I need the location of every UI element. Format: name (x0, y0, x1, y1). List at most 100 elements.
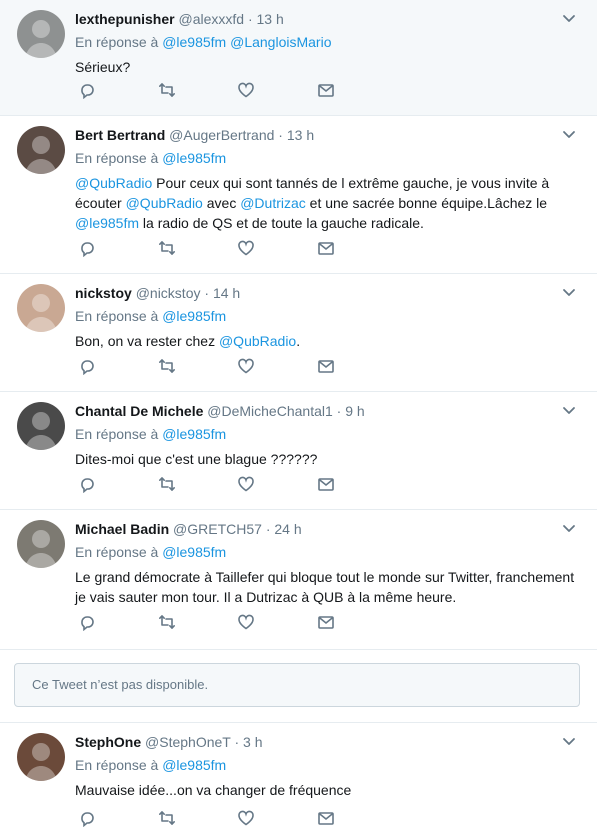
tweet-item[interactable]: lexthepunisher @alexxxfd · 13 h En répons… (0, 0, 597, 116)
tweet-item[interactable]: Chantal De Michele @DeMicheChantal1 · 9 … (0, 392, 597, 510)
chevron-down-icon[interactable] (561, 10, 577, 26)
retweet-icon[interactable] (158, 357, 176, 375)
like-icon[interactable] (237, 809, 255, 827)
timestamp[interactable]: 3 h (243, 734, 262, 750)
text-segment: Pour ceux qui sont tannés de l extrême g… (152, 175, 550, 191)
timestamp[interactable]: 9 h (345, 403, 364, 419)
tweet-text: @QubRadio Pour ceux qui sont tannés de l… (75, 173, 575, 233)
reply-mention-link[interactable]: @le985fm (162, 308, 226, 324)
retweet-icon[interactable] (158, 809, 176, 827)
text-segment: Le grand démocrate à Taillefer qui bloqu… (75, 569, 575, 585)
tweet-text-line: @le985fm la radio de QS et de toute la g… (75, 213, 575, 233)
like-icon[interactable] (237, 239, 255, 257)
tweet-text-line: je vais sauter mon tour. Il a Dutrizac à… (75, 587, 575, 607)
author-handle[interactable]: @DeMicheChantal1 (207, 403, 333, 419)
text-segment: Bon, on va rester chez (75, 333, 219, 349)
reply-mention-link[interactable]: @le985fm (162, 426, 226, 442)
author-handle[interactable]: @nickstoy (136, 285, 201, 301)
retweet-icon[interactable] (158, 613, 176, 631)
reply-mention-link[interactable]: @le985fm (162, 150, 226, 166)
author-handle[interactable]: @AugerBertrand (169, 127, 274, 143)
tweet-item[interactable]: StephOne @StephOneT · 3 h En réponse à @l… (0, 723, 597, 837)
reply-mention-link[interactable]: @LangloisMario (230, 34, 331, 50)
chevron-down-icon[interactable] (561, 126, 577, 142)
tweet-actions (78, 475, 338, 493)
reply-icon[interactable] (78, 81, 96, 99)
mention-link[interactable]: @QubRadio (126, 195, 203, 211)
timestamp[interactable]: 13 h (287, 127, 314, 143)
tweet-header: StephOne @StephOneT · 3 h (75, 733, 263, 751)
reply-mention-link[interactable]: @le985fm (162, 34, 226, 50)
author-name[interactable]: Michael Badin (75, 521, 169, 537)
chevron-down-icon[interactable] (561, 402, 577, 418)
author-name[interactable]: Bert Bertrand (75, 127, 165, 143)
mention-link[interactable]: @le985fm (75, 215, 139, 231)
author-handle[interactable]: @GRETCH57 (173, 521, 262, 537)
reply-context: En réponse à @le985fm (75, 149, 226, 167)
direct-message-icon[interactable] (317, 239, 335, 257)
mention-link[interactable]: @Dutrizac (240, 195, 306, 211)
author-name[interactable]: lexthepunisher (75, 11, 175, 27)
reply-icon[interactable] (78, 239, 96, 257)
reply-prefix: En réponse à (75, 426, 159, 442)
avatar[interactable] (17, 520, 65, 568)
tweet-item[interactable]: Michael Badin @GRETCH57 · 24 h En réponse… (0, 510, 597, 650)
author-handle[interactable]: @StephOneT (145, 734, 231, 750)
direct-message-icon[interactable] (317, 475, 335, 493)
tweet-text-line: Le grand démocrate à Taillefer qui bloqu… (75, 567, 575, 587)
direct-message-icon[interactable] (317, 613, 335, 631)
avatar[interactable] (17, 733, 65, 781)
retweet-icon[interactable] (158, 239, 176, 257)
reply-prefix: En réponse à (75, 34, 159, 50)
direct-message-icon[interactable] (317, 809, 335, 827)
separator-dot: · (332, 403, 346, 419)
like-icon[interactable] (237, 613, 255, 631)
avatar[interactable] (17, 126, 65, 174)
tweet-item[interactable]: Bert Bertrand @AugerBertrand · 13 h En ré… (0, 116, 597, 274)
reply-prefix: En réponse à (75, 544, 159, 560)
avatar[interactable] (17, 10, 65, 58)
divider (0, 722, 597, 723)
separator-dot: · (274, 127, 287, 143)
timestamp[interactable]: 24 h (274, 521, 301, 537)
separator-dot: · (261, 521, 275, 537)
avatar[interactable] (17, 402, 65, 450)
chevron-down-icon[interactable] (561, 284, 577, 300)
reply-mention-link[interactable]: @le985fm (162, 757, 226, 773)
retweet-icon[interactable] (158, 81, 176, 99)
reply-context: En réponse à @le985fm (75, 307, 226, 325)
author-name[interactable]: nickstoy (75, 285, 132, 301)
direct-message-icon[interactable] (317, 357, 335, 375)
mention-link[interactable]: @QubRadio (75, 175, 152, 191)
author-name[interactable]: StephOne (75, 734, 141, 750)
tweet-text: Le grand démocrate à Taillefer qui bloqu… (75, 567, 575, 607)
chevron-down-icon[interactable] (561, 520, 577, 536)
avatar[interactable] (17, 284, 65, 332)
reply-icon[interactable] (78, 475, 96, 493)
retweet-icon[interactable] (158, 475, 176, 493)
text-segment: . (296, 333, 301, 349)
timestamp[interactable]: 14 h (213, 285, 240, 301)
mention-link[interactable]: @QubRadio (219, 333, 296, 349)
tweet-text: Dites-moi que c'est une blague ?????? (75, 449, 575, 469)
reply-icon[interactable] (78, 613, 96, 631)
reply-icon[interactable] (78, 809, 96, 827)
direct-message-icon[interactable] (317, 81, 335, 99)
chevron-down-icon[interactable] (561, 733, 577, 749)
tweet-unavailable-notice: Ce Tweet n’est pas disponible. (14, 663, 580, 707)
reply-icon[interactable] (78, 357, 96, 375)
like-icon[interactable] (237, 475, 255, 493)
reply-prefix: En réponse à (75, 757, 159, 773)
tweet-text-line: Mauvaise idée...on va changer de fréquen… (75, 780, 575, 800)
tweet-text: Sérieux? (75, 57, 575, 77)
tweet-header: lexthepunisher @alexxxfd · 13 h (75, 10, 284, 28)
timestamp[interactable]: 13 h (257, 11, 284, 27)
author-name[interactable]: Chantal De Michele (75, 403, 203, 419)
like-icon[interactable] (237, 357, 255, 375)
reply-mention-link[interactable]: @le985fm (162, 544, 226, 560)
like-icon[interactable] (237, 81, 255, 99)
tweet-text-line: Bon, on va rester chez @QubRadio. (75, 331, 575, 351)
separator-dot: · (230, 734, 244, 750)
author-handle[interactable]: @alexxxfd (178, 11, 244, 27)
tweet-item[interactable]: nickstoy @nickstoy · 14 h En réponse à @l… (0, 274, 597, 392)
